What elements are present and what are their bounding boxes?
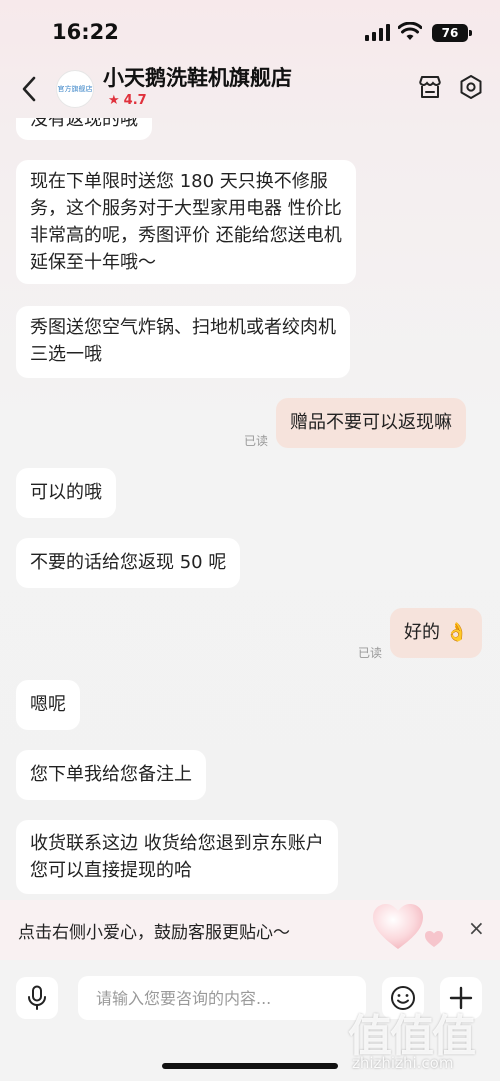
shop-avatar-label: 官方旗舰店	[57, 85, 93, 93]
message-bubble[interactable]: 可以的哦	[16, 468, 116, 518]
message-text: 好的 👌	[404, 622, 469, 643]
voice-input-button[interactable]	[16, 977, 58, 1019]
message-text: 秀图送您空气炸锅、扫地机或者绞肉机	[30, 317, 336, 338]
microphone-icon	[28, 985, 46, 1010]
message-bubble-outgoing[interactable]: 好的 👌	[390, 608, 483, 658]
cellular-signal-icon	[365, 24, 391, 41]
message-text: 不要的话给您返现 50 呢	[30, 552, 227, 573]
status-bar: 16:22 76	[0, 0, 500, 62]
message-text: 可以的哦	[30, 482, 102, 503]
watermark-url: zhizhizhi.com	[352, 1054, 454, 1072]
store-icon[interactable]	[417, 74, 443, 100]
small-heart-icon	[425, 931, 443, 947]
settings-gear-icon[interactable]	[458, 74, 484, 100]
message-input[interactable]	[78, 976, 366, 1020]
message-text: 延保至十年哦～	[30, 252, 156, 273]
message-text: 没有返现的哦	[30, 118, 138, 130]
message-bubble[interactable]: 没有返现的哦	[16, 118, 152, 140]
wifi-icon	[398, 22, 422, 40]
message-bubble[interactable]: 秀图送您空气炸锅、扫地机或者绞肉机 三选一哦	[16, 306, 350, 378]
shop-rating: ★ 4.7	[108, 93, 147, 108]
chat-message-list[interactable]: 没有返现的哦 现在下单限时送您 180 天只换不修服 务，这个服务对于大型家用电…	[0, 118, 500, 900]
message-bubble[interactable]: 不要的话给您返现 50 呢	[16, 538, 241, 588]
message-text: 您下单我给您备注上	[30, 764, 192, 785]
message-text: 现在下单限时送您 180 天只换不修服	[30, 171, 328, 192]
read-receipt: 已读	[244, 434, 269, 448]
battery-indicator: 76	[432, 24, 472, 42]
message-text: 三选一哦	[30, 344, 102, 365]
status-time: 16:22	[52, 20, 119, 44]
shop-name[interactable]: 小天鹅洗鞋机旗舰店	[103, 62, 292, 92]
notice-close-button[interactable]: ×	[468, 917, 485, 939]
message-text: 嗯呢	[30, 694, 66, 715]
shop-avatar[interactable]: 官方旗舰店	[56, 70, 94, 108]
message-text: 赠品不要可以返现嘛	[290, 412, 452, 433]
message-bubble[interactable]: 现在下单限时送您 180 天只换不修服 务，这个服务对于大型家用电器 性价比 非…	[16, 160, 356, 284]
message-bubble[interactable]: 收货联系这边 收货给您退到京东账户 您可以直接提现的哈	[16, 820, 338, 894]
chat-header: 官方旗舰店 小天鹅洗鞋机旗舰店 ★ 4.7	[0, 62, 500, 118]
back-button[interactable]	[16, 72, 44, 106]
message-bubble-outgoing[interactable]: 赠品不要可以返现嘛	[276, 398, 466, 448]
message-text: 您可以直接提现的哈	[30, 860, 192, 881]
notice-text: 点击右侧小爱心，鼓励客服更贴心～	[18, 923, 290, 943]
message-bubble[interactable]: 您下单我给您备注上	[16, 750, 206, 800]
watermark: 值值值 zhizhizhi.com	[348, 1000, 496, 1080]
encourage-notice-bar: 点击右侧小爱心，鼓励客服更贴心～ ×	[0, 900, 500, 960]
message-text: 务，这个服务对于大型家用电器 性价比	[30, 198, 342, 219]
star-icon: ★	[108, 93, 120, 108]
read-receipt: 已读	[358, 646, 383, 660]
home-indicator	[162, 1063, 338, 1069]
rating-value: 4.7	[123, 93, 147, 108]
heart-icon[interactable]	[370, 902, 426, 952]
message-text: 非常高的呢，秀图评价 还能给您送电机	[30, 225, 342, 246]
message-text: 收货联系这边 收货给您退到京东账户	[30, 833, 324, 854]
message-bubble[interactable]: 嗯呢	[16, 680, 80, 730]
